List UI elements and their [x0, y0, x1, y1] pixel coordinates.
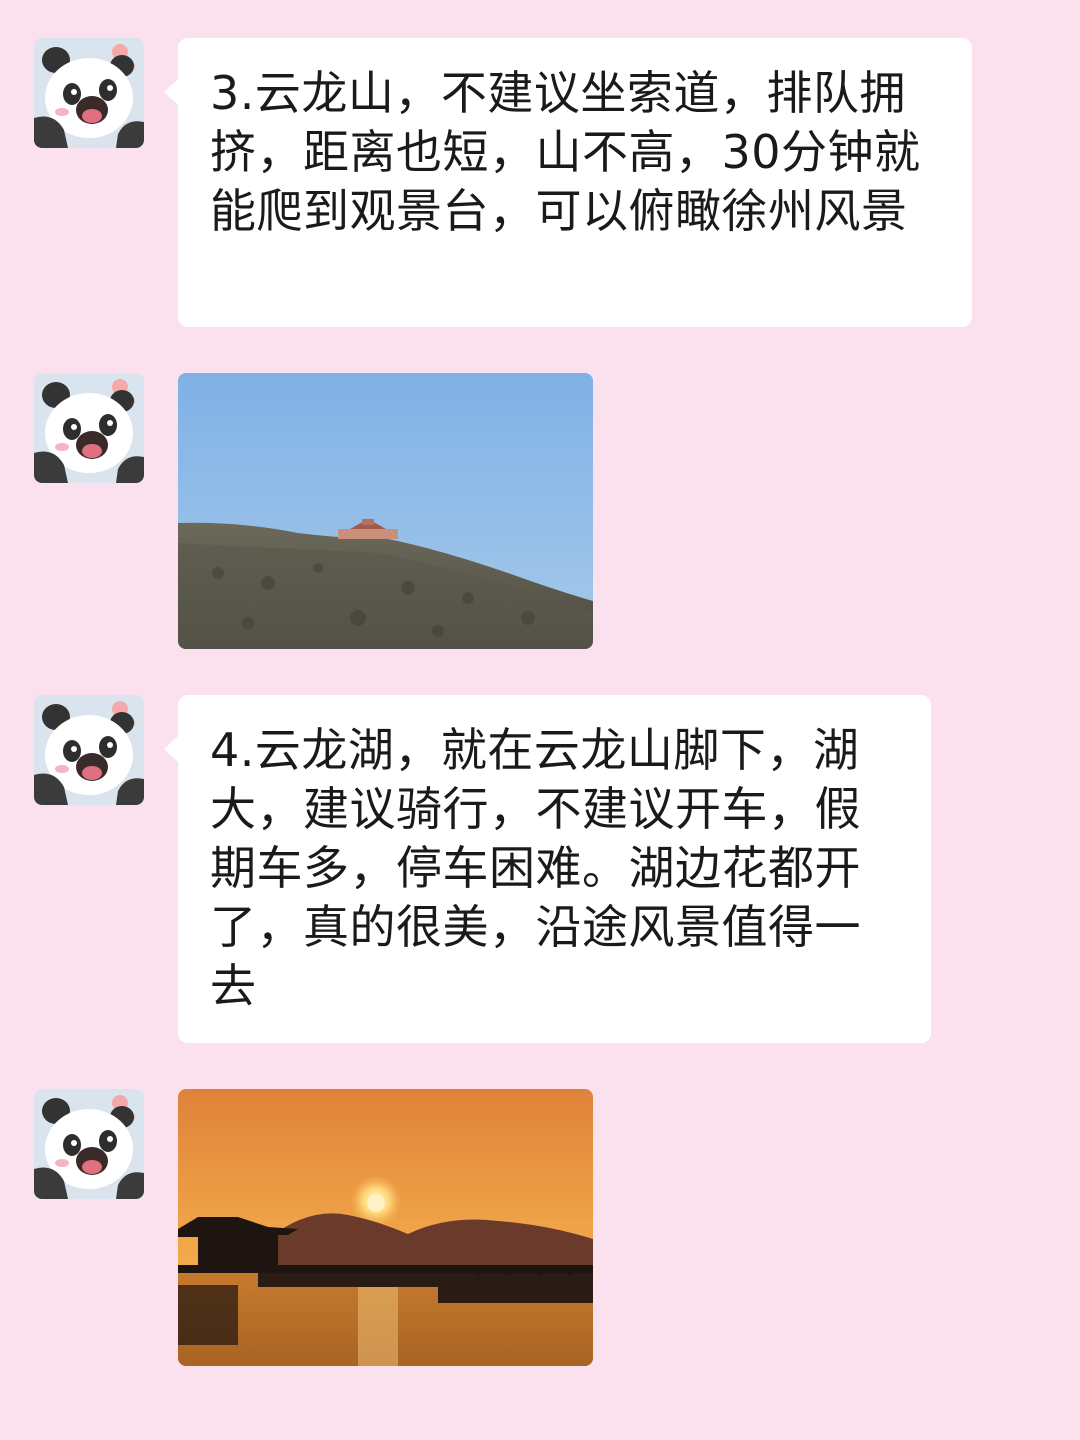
- message-text: 4.云龙湖，就在云龙山脚下，湖大，建议骑行，不建议开车，假期车多，停车困难。湖边…: [210, 723, 861, 1013]
- panda-avatar-icon[interactable]: [34, 38, 144, 148]
- message-row: [0, 373, 1080, 649]
- message-bubble[interactable]: 4.云龙湖，就在云龙山脚下，湖大，建议骑行，不建议开车，假期车多，停车困难。湖边…: [164, 695, 931, 1043]
- panda-avatar-icon[interactable]: [34, 1089, 144, 1199]
- message-row: 4.云龙湖，就在云龙山脚下，湖大，建议骑行，不建议开车，假期车多，停车困难。湖边…: [0, 695, 1080, 1043]
- message-row: [0, 1089, 1080, 1366]
- message-bubble[interactable]: 3.云龙山，不建议坐索道，排队拥挤，距离也短，山不高，30分钟就能爬到观景台，可…: [164, 38, 972, 327]
- panda-avatar-icon[interactable]: [34, 695, 144, 805]
- message-row: 3.云龙山，不建议坐索道，排队拥挤，距离也短，山不高，30分钟就能爬到观景台，可…: [0, 38, 1080, 328]
- lake-sunset-photo[interactable]: [178, 1089, 593, 1366]
- message-text: 3.云龙山，不建议坐索道，排队拥挤，距离也短，山不高，30分钟就能爬到观景台，可…: [210, 66, 921, 238]
- panda-avatar-icon[interactable]: [34, 373, 144, 483]
- hill-pavilion-photo[interactable]: [178, 373, 593, 649]
